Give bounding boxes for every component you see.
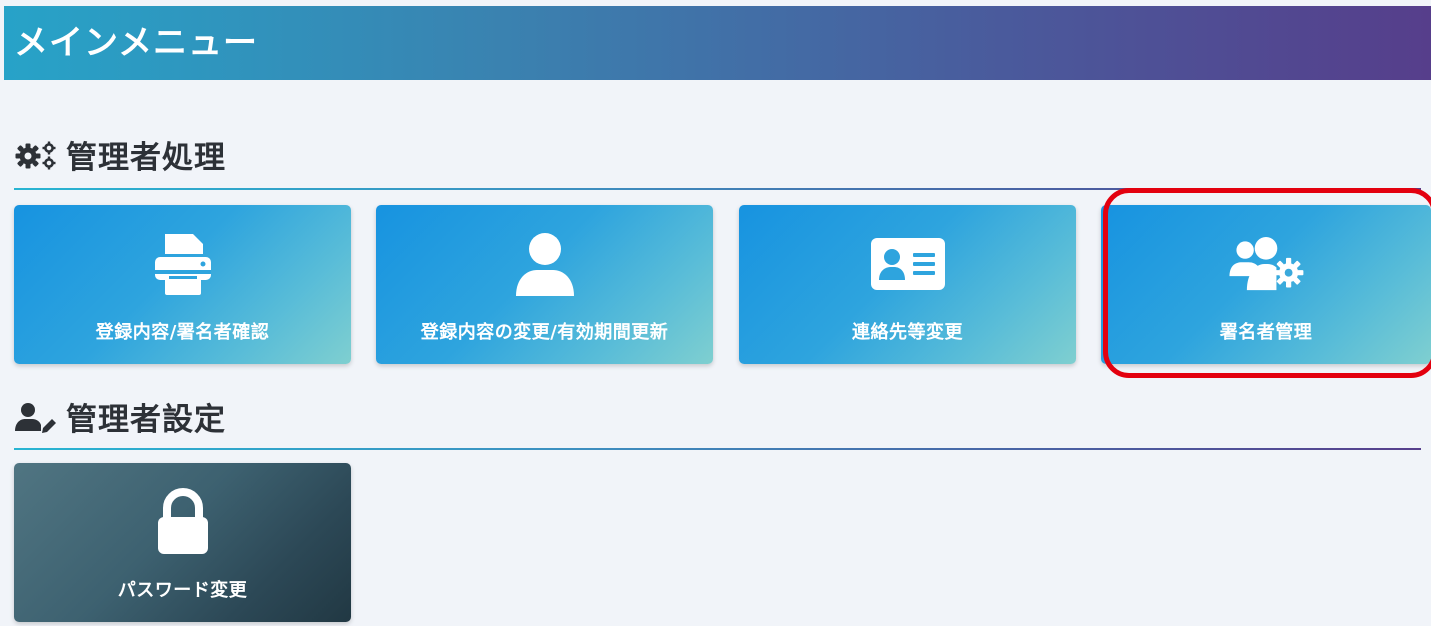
user-pen-icon xyxy=(14,401,58,433)
users-gear-icon xyxy=(1226,229,1306,299)
page-title: メインメニュー xyxy=(14,22,258,63)
card-signer-management[interactable]: 署名者管理 xyxy=(1101,205,1431,364)
id-card-icon xyxy=(868,229,948,299)
card-registration-change[interactable]: 登録内容の変更/有効期間更新 xyxy=(376,205,713,364)
card-label: 署名者管理 xyxy=(1219,322,1313,343)
card-label: 登録内容の変更/有効期間更新 xyxy=(420,322,669,343)
card-registration-confirm[interactable]: 登録内容/署名者確認 xyxy=(14,205,351,364)
section-title: 管理者設定 xyxy=(66,402,226,438)
printer-icon xyxy=(143,229,223,299)
section-heading-admin-processing: 管理者処理 xyxy=(14,132,226,177)
gears-icon xyxy=(14,139,58,171)
section-divider xyxy=(14,448,1421,450)
main-menu-page: メインメニュー 管理者処理 登録内容/署名者確認 登録内容の変更/有効期間更新 … xyxy=(0,0,1431,626)
card-label: 連絡先等変更 xyxy=(852,322,963,343)
section-divider xyxy=(14,188,1421,190)
card-contact-change[interactable]: 連絡先等変更 xyxy=(739,205,1076,364)
section-heading-admin-settings: 管理者設定 xyxy=(14,394,226,439)
section-title: 管理者処理 xyxy=(66,140,226,176)
card-password-change[interactable]: パスワード変更 xyxy=(14,463,351,622)
card-label: 登録内容/署名者確認 xyxy=(95,322,270,343)
lock-icon xyxy=(143,487,223,557)
page-header: メインメニュー xyxy=(4,6,1431,80)
user-icon xyxy=(505,229,585,299)
card-label: パスワード変更 xyxy=(117,580,248,601)
